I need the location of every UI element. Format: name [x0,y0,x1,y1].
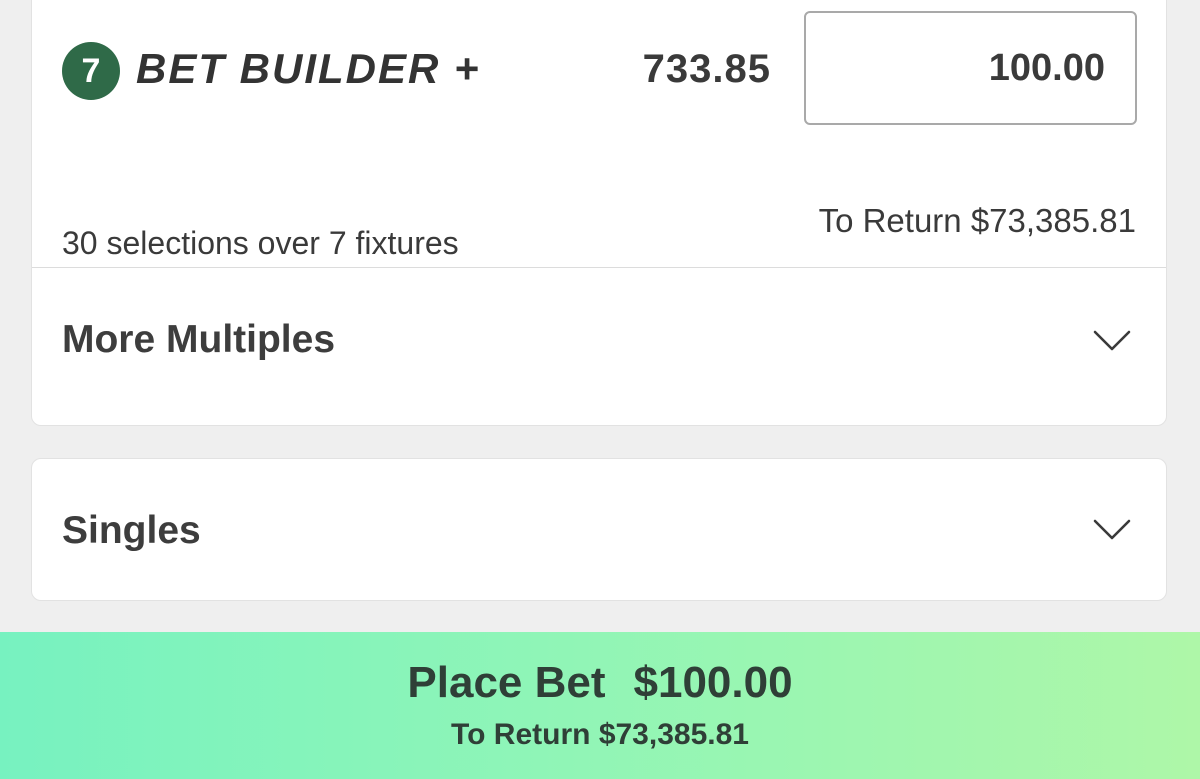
place-bet-main: Place Bet $100.00 [0,658,1200,708]
selections-summary: 30 selections over 7 fixtures [62,225,459,261]
more-multiples-toggle[interactable]: More Multiples [32,268,1166,426]
to-return-label: To Return [818,202,962,239]
singles-toggle[interactable]: Singles [32,459,1166,600]
place-bet-return: To Return $73,385.81 [0,718,1200,752]
to-return-value: $73,385.81 [970,202,1136,239]
bet-builder-card: 7 BET BUILDER + 733.85 To Return $73,385… [31,0,1167,426]
place-bet-label: Place Bet [407,658,606,707]
singles-label: Singles [62,509,201,552]
bet-builder-odds: 733.85 [642,47,771,91]
place-bet-amount: $100.00 [633,658,793,707]
to-return: To Return $73,385.81 [819,202,1136,240]
place-bet-return-value: $73,385.81 [598,718,749,751]
more-multiples-label: More Multiples [62,318,336,361]
stake-input[interactable] [804,11,1137,125]
fixture-count-badge: 7 [62,42,120,100]
place-bet-return-label: To Return [451,718,591,751]
bet-builder-title: BET BUILDER + [136,45,481,92]
place-bet-button[interactable]: Place Bet $100.00 To Return $73,385.81 [0,632,1200,779]
chevron-down-icon [1092,329,1132,353]
chevron-down-icon [1092,518,1132,542]
singles-card: Singles [31,458,1167,601]
